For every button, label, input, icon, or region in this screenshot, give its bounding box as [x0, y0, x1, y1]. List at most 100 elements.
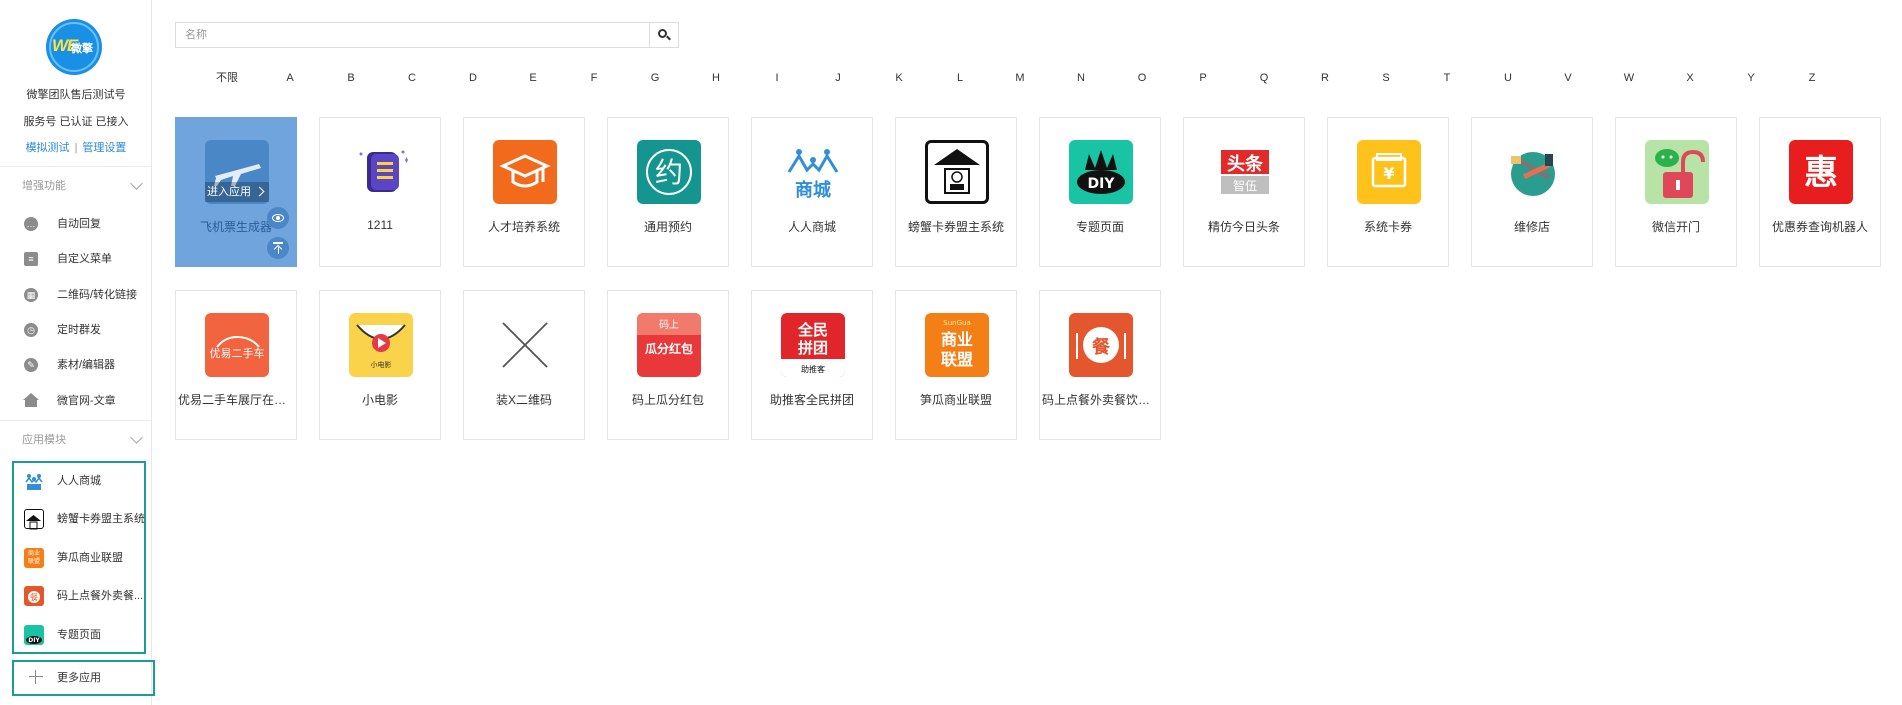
app-tile-talent-training[interactable]: 人才培养系统: [463, 117, 585, 267]
menu-item-custom-menu[interactable]: ≡ 自定义菜单: [0, 247, 151, 271]
app-tile-wechat-door[interactable]: 微信开门: [1615, 117, 1737, 267]
letter-filter-y[interactable]: Y: [1731, 69, 1771, 87]
menu-item-scheduled-send[interactable]: ◷ 定时群发: [0, 318, 151, 342]
svg-text:餐: 餐: [30, 593, 38, 602]
letter-filter-q[interactable]: Q: [1244, 69, 1284, 87]
more-apps-button[interactable]: 更多应用: [12, 660, 155, 696]
crab-coupon-icon: [24, 509, 44, 530]
app-tile-group-buy[interactable]: 全民 拼团 助推客 助推客 全民拼团: [751, 290, 873, 440]
app-tile-red-packet[interactable]: 码上 瓜分红包 码上瓜分红包: [607, 290, 729, 440]
letter-filter-x[interactable]: X: [1670, 69, 1710, 87]
app-tile-used-car[interactable]: 优易二手车 优易二手车展厅在线...: [175, 290, 297, 440]
app-tile-mini-movie[interactable]: 小电影 小电影: [319, 290, 441, 440]
app-tile-general-booking[interactable]: 约 通用预约: [607, 117, 729, 267]
app-tile-coupon-robot[interactable]: 惠 优惠券查询机器人: [1759, 117, 1881, 267]
letter-filter-l[interactable]: L: [940, 69, 980, 87]
menu-item-auto-reply[interactable]: … 自动回复: [0, 212, 151, 236]
letter-filter-m[interactable]: M: [1000, 69, 1040, 87]
letter-filter-z[interactable]: Z: [1792, 69, 1832, 87]
chevron-down-icon: [130, 431, 143, 444]
letter-filter-v[interactable]: V: [1548, 69, 1588, 87]
letter-filter-o[interactable]: O: [1122, 69, 1162, 87]
preview-button[interactable]: [267, 207, 289, 229]
graduation-cap-icon: [493, 140, 557, 204]
letter-filter-all[interactable]: 不限: [207, 69, 247, 87]
play-icon: 小电影: [349, 313, 413, 377]
repair-icon: [1501, 140, 1565, 204]
sidebar-app-order-takeout[interactable]: 餐 码上点餐外卖餐...: [14, 578, 144, 614]
letter-filter-f[interactable]: F: [574, 69, 614, 87]
svg-text:惠: 惠: [1804, 153, 1838, 193]
menu-item-material-editor[interactable]: ✎ 素材/编辑器: [0, 353, 151, 377]
letter-filter-n[interactable]: N: [1061, 69, 1101, 87]
letter-filter-h[interactable]: H: [696, 69, 736, 87]
letter-filter-p[interactable]: P: [1183, 69, 1223, 87]
search-bar: [175, 22, 679, 48]
home-icon: [23, 393, 39, 407]
enter-app-button[interactable]: 进入应用: [205, 182, 269, 202]
order-takeout-icon: 餐: [24, 586, 44, 606]
svg-text:拼团: 拼团: [798, 339, 828, 357]
toutiao-icon: 头条 智伍: [1213, 140, 1277, 204]
sungua-alliance-icon: 商业 联盟: [24, 548, 44, 568]
coupon-icon: ¥: [1357, 140, 1421, 204]
clock-icon: ◷: [24, 323, 38, 337]
svg-text:头条: 头条: [1227, 153, 1264, 175]
account-logo: WE 微擎: [46, 19, 102, 75]
app-tile-system-coupon[interactable]: ¥ 系统卡券: [1327, 117, 1449, 267]
app-tile-plane-ticket[interactable]: 进入应用 飞机票生成器: [175, 117, 297, 267]
modules-section-header[interactable]: 应用模块: [0, 428, 151, 452]
svg-text:助推客: 助推客: [801, 364, 825, 374]
app-tile-toutiao[interactable]: 头条 智伍 精仿今日头条: [1183, 117, 1305, 267]
app-tile-1211[interactable]: 1211: [319, 117, 441, 267]
sidebar-app-renren-mall[interactable]: 人人商城: [14, 463, 144, 499]
sidebar: WE 微擎 微擎团队售后测试号 服务号 已认证 已接入 模拟测试 | 管理设置 增强…: [0, 0, 155, 705]
letter-filter-a[interactable]: A: [270, 69, 310, 87]
chat-icon: …: [24, 217, 38, 231]
letter-filter-s[interactable]: S: [1366, 69, 1406, 87]
letter-filter-c[interactable]: C: [392, 69, 432, 87]
app-tile-order-takeout[interactable]: 餐 码上点餐外卖餐饮系...: [1039, 290, 1161, 440]
special-page-icon: DIY: [24, 625, 44, 645]
svg-text:DIY: DIY: [28, 637, 40, 644]
sidebar-app-sungua-alliance[interactable]: 商业 联盟 笋瓜商业联盟: [14, 540, 144, 576]
svg-text:商业: 商业: [941, 330, 973, 349]
letter-filter-u[interactable]: U: [1488, 69, 1528, 87]
app-tile-special-page[interactable]: DIY 专题页面: [1039, 117, 1161, 267]
menu-item-microsite-article[interactable]: 微官网-文章: [0, 389, 151, 413]
letter-filter-e[interactable]: E: [513, 69, 553, 87]
letter-filter-j[interactable]: J: [818, 69, 858, 87]
app-tile-sungua-alliance[interactable]: SunGua 商业 联盟 笋瓜商业联盟: [895, 290, 1017, 440]
sidebar-app-special-page[interactable]: DIY 专题页面: [14, 617, 144, 653]
search-input[interactable]: [176, 23, 648, 47]
pencil-icon: ✎: [24, 358, 38, 372]
letter-filter-t[interactable]: T: [1427, 69, 1467, 87]
app-tile-repair-shop[interactable]: 维修店: [1471, 117, 1593, 267]
app-tile-zhuangx-qrcode[interactable]: 装X二维码: [463, 290, 585, 440]
letter-filter-r[interactable]: R: [1305, 69, 1345, 87]
plus-icon: [29, 670, 43, 684]
search-button[interactable]: [649, 23, 678, 47]
letter-filter-i[interactable]: I: [757, 69, 797, 87]
svg-text:优易二手车: 优易二手车: [210, 346, 265, 360]
menu-item-qrcode[interactable]: ▦ 二维码/转化链接: [0, 283, 151, 307]
alliance-icon: SunGua 商业 联盟: [925, 313, 989, 377]
letter-filter-b[interactable]: B: [331, 69, 371, 87]
app-tile-renren-mall[interactable]: 商城 人人商城: [751, 117, 873, 267]
red-packet-icon: 码上 瓜分红包: [637, 313, 701, 377]
letter-filter-g[interactable]: G: [635, 69, 675, 87]
document-icon: ≡: [24, 252, 38, 266]
enhance-section-header[interactable]: 增强功能: [0, 174, 151, 198]
renren-mall-icon: 商城: [781, 140, 845, 204]
sidebar-app-crab-coupon[interactable]: 螃蟹卡券盟主系统: [14, 501, 144, 537]
letter-filter-d[interactable]: D: [453, 69, 493, 87]
svg-text:小电影: 小电影: [371, 360, 392, 369]
app-tile-crab-coupon[interactable]: 螃蟹卡券盟主系统: [895, 117, 1017, 267]
manage-settings-link[interactable]: 管理设置: [82, 142, 126, 154]
pin-top-button[interactable]: [267, 237, 289, 259]
chevron-down-icon: [130, 177, 143, 190]
account-name: 微擎团队售后测试号: [26, 89, 126, 101]
simulate-test-link[interactable]: 模拟测试: [26, 142, 70, 154]
letter-filter-k[interactable]: K: [879, 69, 919, 87]
letter-filter-w[interactable]: W: [1609, 69, 1649, 87]
